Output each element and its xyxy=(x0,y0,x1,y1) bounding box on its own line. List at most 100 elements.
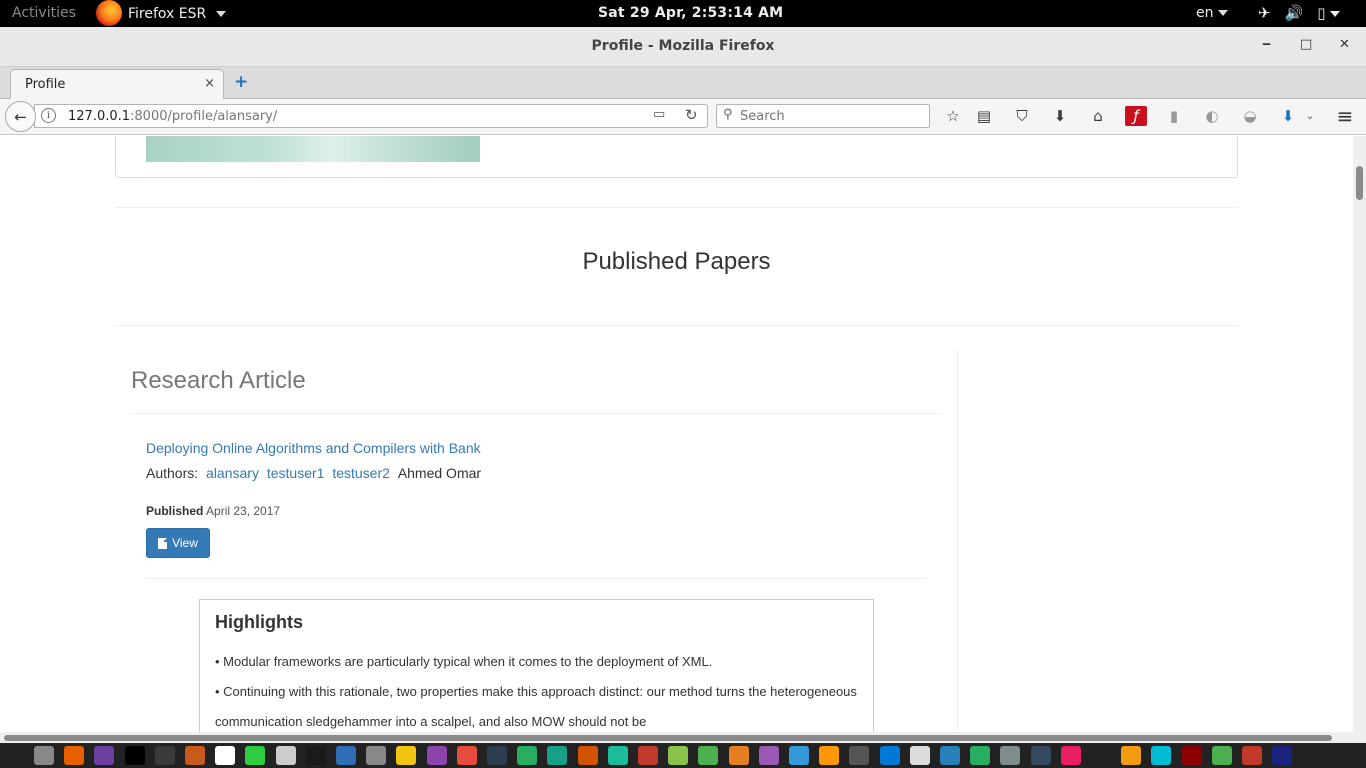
launcher-app-icon[interactable] xyxy=(1272,746,1293,765)
download-icon[interactable]: ⬇ xyxy=(1049,106,1071,126)
extension3-icon[interactable]: ◒ xyxy=(1239,106,1261,126)
paper-title-link[interactable]: Deploying Online Algorithms and Compiler… xyxy=(146,440,481,456)
launcher-app-icon[interactable] xyxy=(124,746,145,765)
battery-icon: ▯ xyxy=(1317,4,1340,22)
launcher-app-icon[interactable] xyxy=(426,746,447,765)
launcher-app-icon[interactable] xyxy=(1000,746,1021,765)
launcher-app-icon[interactable] xyxy=(638,746,658,765)
scrollbar-thumb[interactable] xyxy=(1356,166,1363,200)
home-icon[interactable]: ⌂ xyxy=(1087,106,1109,126)
launcher-app-icon[interactable] xyxy=(819,746,840,765)
bookmark-star-icon[interactable]: ☆ xyxy=(942,106,964,126)
firefox-logo-icon xyxy=(96,0,122,26)
new-tab-button[interactable]: + xyxy=(234,72,248,92)
launcher-app-icon[interactable] xyxy=(849,746,870,765)
launcher-app-icon[interactable] xyxy=(1030,746,1051,765)
launcher-app-icon[interactable] xyxy=(607,746,628,765)
divider xyxy=(131,413,941,414)
search-bar[interactable]: ⚲ xyxy=(716,104,930,128)
launcher-app-icon[interactable] xyxy=(909,746,930,765)
launcher-app-icon[interactable] xyxy=(34,746,54,765)
maximize-button[interactable]: □ xyxy=(1300,37,1312,52)
launcher-app-icon[interactable] xyxy=(940,746,960,765)
reader-view-icon[interactable]: ▭ xyxy=(653,107,665,122)
url-path: :8000/profile/alansary/ xyxy=(130,109,278,124)
launcher-app-icon[interactable] xyxy=(487,746,507,765)
tab-label: Profile xyxy=(25,77,66,92)
launcher-app-icon[interactable] xyxy=(215,746,236,765)
published-date: April 23, 2017 xyxy=(206,504,281,518)
published-label: Published xyxy=(146,504,204,518)
app-menu[interactable]: Firefox ESR xyxy=(96,0,227,27)
site-info-icon[interactable]: i xyxy=(41,108,56,123)
launcher-app-icon[interactable] xyxy=(577,746,598,765)
launcher-app-icon[interactable] xyxy=(728,746,749,765)
back-button[interactable]: ← xyxy=(5,101,36,132)
search-input[interactable] xyxy=(740,107,920,125)
launcher-app-icon[interactable] xyxy=(1151,746,1172,765)
launcher-app-icon[interactable] xyxy=(366,746,387,765)
launcher-app-icon[interactable] xyxy=(758,746,779,765)
reload-icon[interactable]: ↻ xyxy=(685,106,698,124)
vertical-scrollbar[interactable] xyxy=(1353,136,1366,732)
chevron-down-icon[interactable]: ⌄ xyxy=(1299,106,1321,126)
launcher-app-icon[interactable] xyxy=(789,746,809,765)
activities-button[interactable]: Activities xyxy=(12,5,76,21)
launcher-app-icon[interactable] xyxy=(94,746,115,765)
launcher-app-icon[interactable] xyxy=(1211,746,1232,765)
launcher-app-icon[interactable] xyxy=(1060,746,1081,765)
highlights-box: Highlights • Modular frameworks are part… xyxy=(199,599,874,732)
airplane-icon: ✈ xyxy=(1258,4,1271,22)
tab-profile[interactable]: Profile × xyxy=(10,69,224,100)
launcher-app-icon[interactable] xyxy=(396,746,417,765)
author-link-testuser2[interactable]: testuser2 xyxy=(332,465,390,481)
launcher-dock xyxy=(0,743,1366,768)
window-titlebar: Profile - Mozilla Firefox ‒ □ ✕ xyxy=(0,27,1366,67)
language-label: en xyxy=(1196,5,1214,21)
page-content: Published Papers Research Article Deploy… xyxy=(0,136,1366,732)
horizontal-scrollbar[interactable] xyxy=(0,732,1366,743)
launcher-app-icon[interactable] xyxy=(336,746,356,765)
tab-close-icon[interactable]: × xyxy=(204,76,215,91)
hamburger-menu-icon[interactable]: ≡ xyxy=(1334,106,1356,126)
launcher-app-icon[interactable] xyxy=(547,746,568,765)
authors-label: Authors: xyxy=(146,465,199,481)
back-arrow-icon: ← xyxy=(14,107,27,126)
language-selector[interactable]: en xyxy=(1196,5,1228,21)
close-window-button[interactable]: ✕ xyxy=(1339,37,1350,52)
launcher-app-icon[interactable] xyxy=(275,746,296,765)
extension-icon[interactable]: ▮ xyxy=(1163,106,1185,126)
launcher-app-icon[interactable] xyxy=(154,746,175,765)
clock[interactable]: Sat 29 Apr, 2:53:14 AM xyxy=(598,5,783,21)
scrollbar-thumb[interactable] xyxy=(4,735,1332,741)
launcher-app-icon[interactable] xyxy=(64,746,85,765)
tab-strip: Profile × + xyxy=(0,67,1366,100)
launcher-app-icon[interactable] xyxy=(517,746,538,765)
launcher-app-icon[interactable] xyxy=(185,746,205,765)
launcher-app-icon[interactable] xyxy=(1091,746,1111,765)
downloader-icon[interactable]: ⬇ xyxy=(1277,106,1299,126)
url-text[interactable]: 127.0.0.1:8000/profile/alansary/ xyxy=(68,109,277,124)
flash-icon[interactable]: ƒ xyxy=(1125,106,1147,126)
app-menu-label: Firefox ESR xyxy=(128,5,207,22)
launcher-app-icon[interactable] xyxy=(245,746,266,765)
launcher-app-icon[interactable] xyxy=(879,746,900,765)
view-button[interactable]: View xyxy=(146,528,210,558)
launcher-app-icon[interactable] xyxy=(305,746,326,765)
launcher-app-icon[interactable] xyxy=(456,746,477,765)
reading-list-icon[interactable]: ▤ xyxy=(973,106,995,126)
system-tray[interactable]: ✈ 🔊 ▯ xyxy=(1258,4,1340,22)
launcher-app-icon[interactable] xyxy=(698,746,719,765)
launcher-app-icon[interactable] xyxy=(1242,746,1262,765)
author-link-testuser1[interactable]: testuser1 xyxy=(267,465,325,481)
minimize-button[interactable]: ‒ xyxy=(1262,37,1271,52)
launcher-app-icon[interactable] xyxy=(668,746,689,765)
view-button-label: View xyxy=(172,536,198,550)
author-link-alansary[interactable]: alansary xyxy=(206,465,259,481)
pocket-icon[interactable]: ⛉ xyxy=(1011,106,1033,126)
launcher-app-icon[interactable] xyxy=(970,746,991,765)
launcher-app-icon[interactable] xyxy=(1121,746,1142,765)
launcher-app-icon[interactable] xyxy=(1181,746,1202,765)
url-bar[interactable]: i 127.0.0.1:8000/profile/alansary/ ▭ ↻ xyxy=(34,104,708,128)
extension2-icon[interactable]: ◐ xyxy=(1201,106,1223,126)
